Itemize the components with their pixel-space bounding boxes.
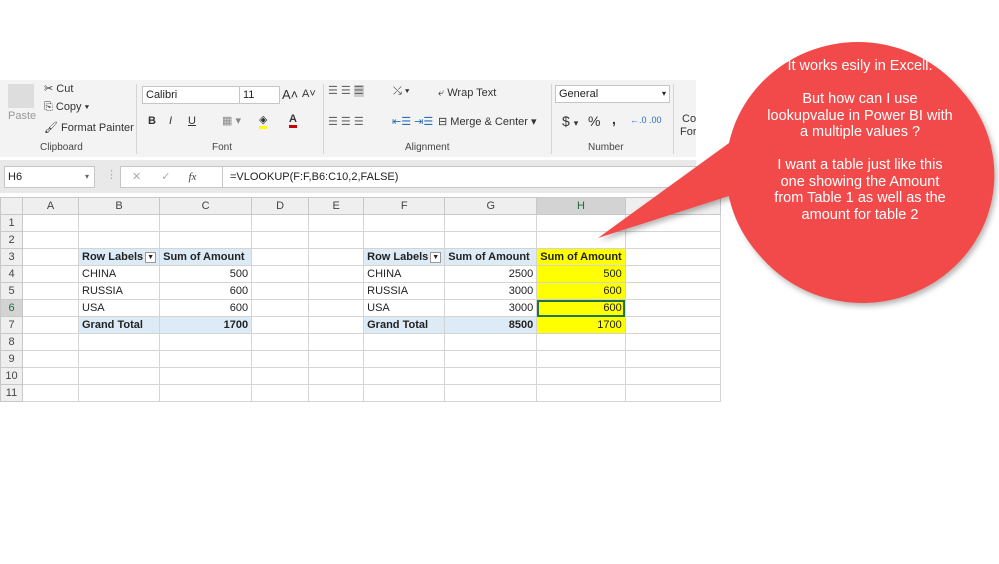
callout-line: I want a table just like this one showin… (774, 157, 946, 223)
callout-line: It works esily in Excell. (787, 58, 933, 74)
callout-text: It works esily in Excell. But how can I … (745, 58, 975, 223)
callout-line: But how can I use lookupvalue in Power B… (767, 91, 953, 140)
